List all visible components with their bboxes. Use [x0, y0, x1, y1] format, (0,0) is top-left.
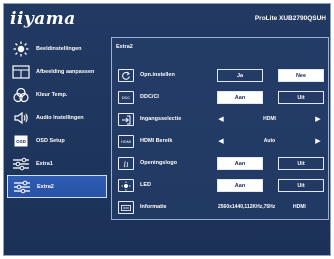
row-led: LED Aan Uit [112, 176, 330, 196]
speaker-icon [10, 110, 32, 126]
info-icon [118, 201, 134, 214]
svg-text:OSD: OSD [16, 139, 27, 144]
picture-adjust-icon [10, 64, 32, 80]
row-ddc-ci: DDC DDC/CI Aan Uit [112, 88, 330, 108]
sidebar-item-extra2[interactable]: Extra2 [7, 175, 107, 198]
sliders-icon [10, 156, 32, 172]
reset-icon [118, 69, 134, 82]
sidebar-item-label: Extra2 [37, 183, 54, 190]
color-temp-icon [10, 87, 32, 103]
sidebar-item-label: Beeldinstellingen [36, 45, 82, 52]
input-value: HDMI [263, 116, 276, 122]
led-icon [118, 179, 134, 192]
brightness-icon [10, 41, 32, 57]
sidebar-item-beeldinstellingen[interactable]: Beeldinstellingen [7, 37, 107, 60]
sidebar-item-label: OSD Setup [36, 137, 65, 144]
arrow-right-icon[interactable]: ▶ [313, 136, 323, 146]
sidebar-item-label: Audio Instellingen [36, 114, 84, 121]
row-informatie: Informatie 2560x1440,112KHz,75Hz HDMI [112, 198, 330, 218]
row-label: Opn.instellen [140, 72, 175, 78]
arrow-left-icon[interactable]: ◀ [216, 114, 226, 124]
option-aan-button[interactable]: Aan [217, 91, 263, 104]
arrow-left-icon[interactable]: ◀ [216, 136, 226, 146]
sidebar: Beeldinstellingen Afbeelding aanpassen K… [7, 37, 107, 198]
hdmi-icon: HDMI [118, 135, 134, 148]
option-ja-button[interactable]: Ja [217, 69, 263, 82]
brand-logo: iiyama [10, 9, 76, 29]
row-hdmi-bereik: HDMI HDMI Bereik ◀ Auto ▶ [112, 132, 330, 152]
sidebar-item-label: Kleur Temp. [36, 91, 68, 98]
row-label: HDMI Bereik [140, 138, 173, 144]
row-label: Informatie [140, 204, 167, 210]
arrow-right-icon[interactable]: ▶ [313, 114, 323, 124]
option-aan-button[interactable]: Aan [217, 179, 263, 192]
sidebar-item-osd-setup[interactable]: OSD OSD Setup [7, 129, 107, 152]
option-uit-button[interactable]: Uit [278, 157, 324, 170]
hdmi-range-value: Auto [263, 138, 276, 144]
option-uit-button[interactable]: Uit [278, 91, 324, 104]
sliders-icon [11, 179, 33, 195]
sidebar-item-afbeelding-aanpassen[interactable]: Afbeelding aanpassen [7, 60, 107, 83]
ddc-icon: DDC [118, 91, 134, 104]
panel-title: Extra2 [116, 44, 133, 50]
info-input: HDMI [293, 204, 306, 210]
settings-panel: Extra2 Opn.instellen Ja Nee DDC DDC/CI A… [111, 37, 329, 220]
logo-icon: iı [118, 157, 134, 170]
option-uit-button[interactable]: Uit [278, 179, 324, 192]
sidebar-item-kleur-temp[interactable]: Kleur Temp. [7, 83, 107, 106]
row-label: LED [140, 182, 151, 188]
row-ingangsselectie: Ingangsselectie ◀ HDMI ▶ [112, 110, 330, 130]
option-nee-button[interactable]: Nee [278, 69, 324, 82]
info-resolution: 2560x1440,112KHz,75Hz [218, 204, 276, 210]
sidebar-item-extra1[interactable]: Extra1 [7, 152, 107, 175]
sidebar-item-label: Extra1 [36, 160, 53, 167]
row-label: Openingslogo [140, 160, 177, 166]
osd-window: iiyama ProLite XUB2790QSUH Beeldinstelli… [3, 3, 331, 256]
option-aan-button[interactable]: Aan [217, 157, 263, 170]
row-opn-instellen: Opn.instellen Ja Nee [112, 66, 330, 86]
row-openingslogo: iı Openingslogo Aan Uit [112, 154, 330, 174]
sidebar-item-label: Afbeelding aanpassen [36, 68, 95, 75]
model-name: ProLite XUB2790QSUH [254, 15, 326, 22]
sidebar-item-audio-instellingen[interactable]: Audio Instellingen [7, 106, 107, 129]
input-select-icon [118, 113, 134, 126]
svg-text:iı: iı [123, 160, 129, 169]
row-label: DDC/CI [140, 94, 159, 100]
osd-icon: OSD [10, 133, 32, 149]
row-label: Ingangsselectie [140, 116, 182, 122]
